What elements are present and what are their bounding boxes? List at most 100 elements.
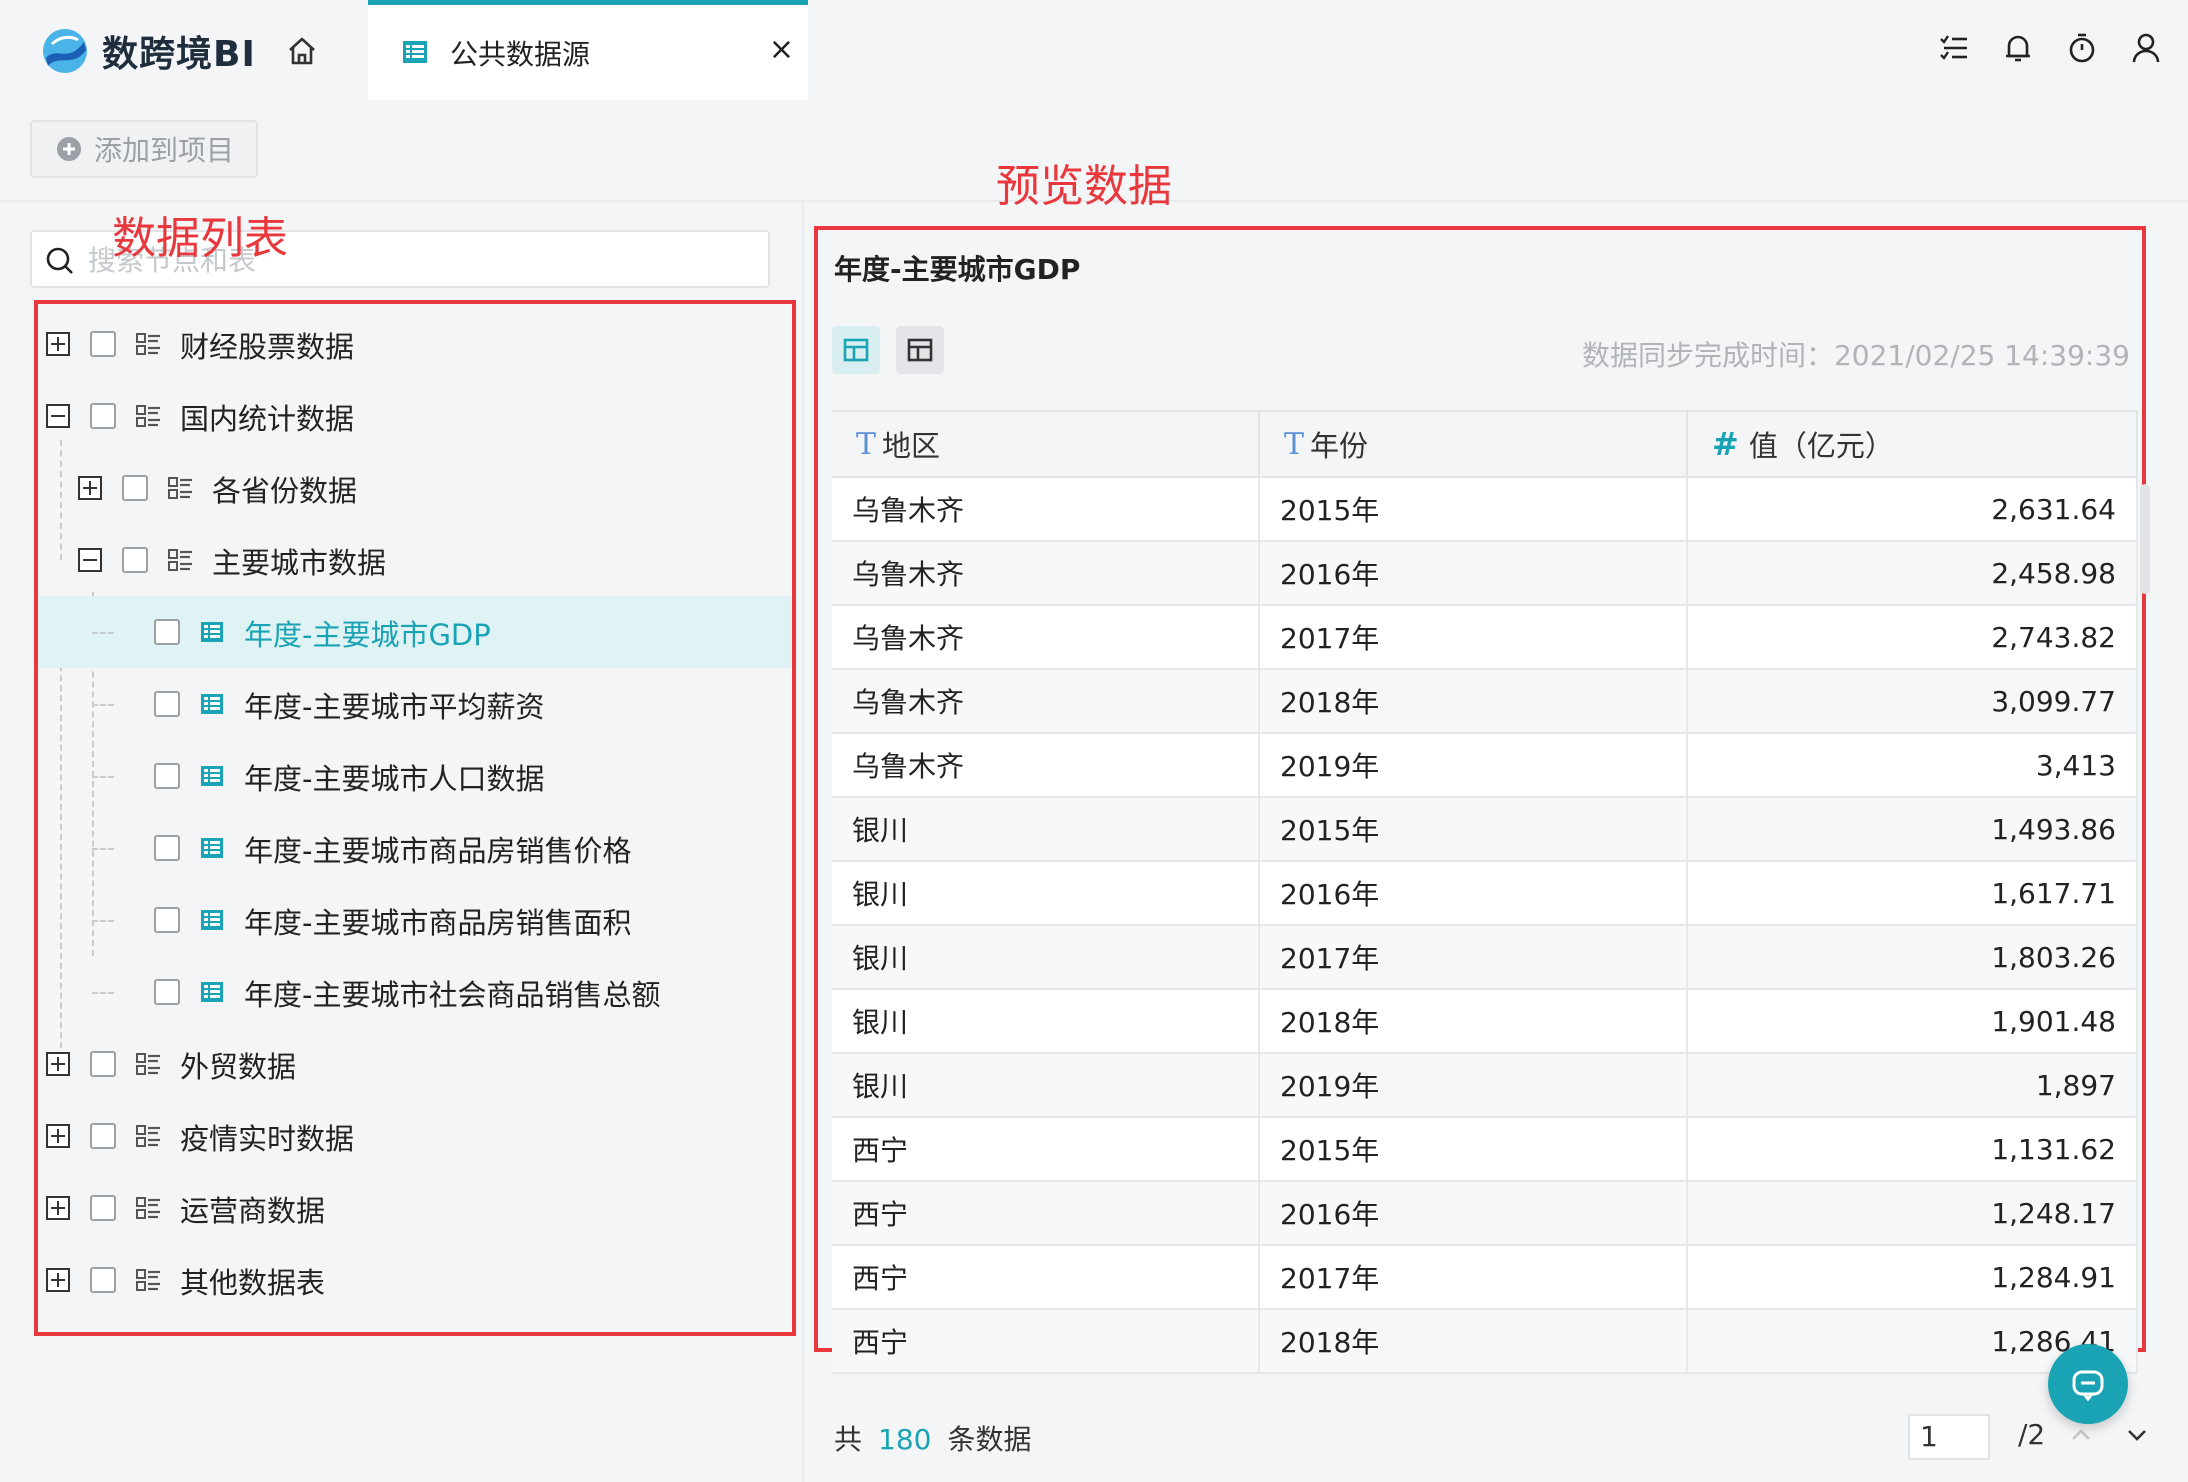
- folder-list-icon: [134, 1266, 162, 1294]
- expand-icon[interactable]: [46, 1196, 70, 1220]
- node-checkbox[interactable]: [90, 1051, 116, 1077]
- node-checkbox[interactable]: [154, 619, 180, 645]
- table-row[interactable]: 乌鲁木齐 2017年 2,743.82: [832, 606, 2138, 670]
- user-icon[interactable]: [2128, 30, 2164, 66]
- expand-icon[interactable]: [46, 332, 70, 356]
- tree-node[interactable]: 外贸数据: [38, 1028, 792, 1100]
- table-row[interactable]: 西宁 2018年 1,286.41: [832, 1310, 2138, 1374]
- preview-title: 年度-主要城市GDP: [834, 253, 1081, 286]
- collapse-icon[interactable]: [78, 548, 102, 572]
- tree-guide-line: [92, 632, 114, 634]
- table-icon: [198, 762, 226, 790]
- tree-node-label: 疫情实时数据: [180, 1122, 355, 1156]
- tree-node-label: 运营商数据: [180, 1194, 326, 1228]
- folder-list-icon: [134, 330, 162, 358]
- table-row[interactable]: 乌鲁木齐 2015年 2,631.64: [832, 478, 2138, 542]
- table-row[interactable]: 银川 2018年 1,901.48: [832, 990, 2138, 1054]
- expand-icon[interactable]: [46, 1124, 70, 1148]
- tree-node[interactable]: 年度-主要城市人口数据: [38, 740, 792, 812]
- table-row[interactable]: 西宁 2016年 1,248.17: [832, 1182, 2138, 1246]
- collapse-icon[interactable]: [46, 404, 70, 428]
- node-checkbox[interactable]: [90, 331, 116, 357]
- data-list-panel: 数据列表 财经股票数据国内统计数据各省份数据主要城市数据年度-主要城市GDP 年度…: [0, 202, 800, 1482]
- table-cell: 2017年: [1260, 1246, 1688, 1308]
- node-checkbox[interactable]: [154, 907, 180, 933]
- table-cell: 乌鲁木齐: [832, 606, 1260, 668]
- tree-node[interactable]: 年度-主要城市GDP: [38, 596, 792, 668]
- next-page-button[interactable]: [2114, 1412, 2160, 1458]
- data-tree: 财经股票数据 国内统计数据 各省份数据 主要城市数据 年度-主要城市GDP 年度-主要城市…: [34, 300, 796, 1336]
- tree-node[interactable]: 主要城市数据: [38, 524, 792, 596]
- tree-node[interactable]: 其他数据表: [38, 1244, 792, 1316]
- table-row[interactable]: 乌鲁木齐 2019年 3,413: [832, 734, 2138, 798]
- table-cell: 2016年: [1260, 862, 1688, 924]
- page-number-input[interactable]: 1: [1908, 1414, 1990, 1460]
- close-icon[interactable]: ×: [769, 33, 794, 67]
- tree-node[interactable]: 年度-主要城市社会商品销售总额: [38, 956, 792, 1028]
- table-scrollbar[interactable]: [2140, 484, 2150, 594]
- tree-node[interactable]: 运营商数据: [38, 1172, 792, 1244]
- column-header[interactable]: T 地区: [832, 412, 1260, 476]
- add-to-project-label: 添加到项目: [94, 134, 235, 167]
- chevron-down-icon: [2128, 1430, 2146, 1441]
- node-checkbox[interactable]: [90, 403, 116, 429]
- expand-icon[interactable]: [46, 1268, 70, 1292]
- table-cell: 银川: [832, 990, 1260, 1052]
- column-header-label: 年份: [1310, 429, 1369, 463]
- table-cell: 2,743.82: [1688, 606, 2138, 668]
- tree-node-label: 年度-主要城市社会商品销售总额: [244, 978, 661, 1012]
- tab-public-datasource[interactable]: 公共数据源 ×: [368, 0, 808, 100]
- node-checkbox[interactable]: [154, 835, 180, 861]
- add-to-project-button[interactable]: 添加到项目: [30, 120, 258, 178]
- task-list-icon[interactable]: [1936, 30, 1972, 66]
- table-row[interactable]: 银川 2015年 1,493.86: [832, 798, 2138, 862]
- tree-node[interactable]: 国内统计数据: [38, 380, 792, 452]
- tree-node[interactable]: 各省份数据: [38, 452, 792, 524]
- node-checkbox[interactable]: [154, 979, 180, 1005]
- table-header: T 地区 T 年份 # 值（亿元）: [832, 410, 2138, 478]
- column-header[interactable]: T 年份: [1260, 412, 1688, 476]
- count-value: 180: [878, 1423, 932, 1456]
- node-checkbox[interactable]: [90, 1123, 116, 1149]
- table-row[interactable]: 乌鲁木齐 2018年 3,099.77: [832, 670, 2138, 734]
- expand-icon[interactable]: [46, 1052, 70, 1076]
- table-row[interactable]: 西宁 2017年 1,284.91: [832, 1246, 2138, 1310]
- data-list-annotation: 数据列表: [112, 213, 288, 264]
- table-row[interactable]: 银川 2019年 1,897: [832, 1054, 2138, 1118]
- table-row[interactable]: 西宁 2015年 1,131.62: [832, 1118, 2138, 1182]
- tree-node[interactable]: 财经股票数据: [38, 308, 792, 380]
- node-checkbox[interactable]: [90, 1195, 116, 1221]
- column-header[interactable]: # 值（亿元）: [1688, 412, 2138, 476]
- timer-icon[interactable]: [2064, 30, 2100, 66]
- home-icon[interactable]: [285, 34, 319, 68]
- structure-view-button[interactable]: [896, 326, 944, 374]
- tree-node[interactable]: 年度-主要城市平均薪资: [38, 668, 792, 740]
- data-view-button[interactable]: [832, 326, 880, 374]
- node-checkbox[interactable]: [122, 547, 148, 573]
- chat-support-button[interactable]: [2048, 1344, 2128, 1424]
- column-header-label: 地区: [882, 429, 941, 463]
- app-logo[interactable]: 数跨境BI: [38, 26, 256, 76]
- node-checkbox[interactable]: [154, 763, 180, 789]
- table-view-icon: [843, 338, 869, 362]
- table-icon: [198, 978, 226, 1006]
- node-checkbox[interactable]: [90, 1267, 116, 1293]
- table-row[interactable]: 乌鲁木齐 2016年 2,458.98: [832, 542, 2138, 606]
- node-checkbox[interactable]: [154, 691, 180, 717]
- table-cell: 1,897: [1688, 1054, 2138, 1116]
- table-row[interactable]: 银川 2016年 1,617.71: [832, 862, 2138, 926]
- expand-icon[interactable]: [78, 476, 102, 500]
- number-type-icon: #: [1712, 425, 1739, 463]
- top-bar: 数跨境BI 公共数据源 ×: [0, 0, 2188, 100]
- bell-icon[interactable]: [2000, 30, 2036, 66]
- tree-node-label: 主要城市数据: [212, 546, 387, 580]
- tree-node-label: 年度-主要城市商品房销售价格: [244, 834, 632, 868]
- table-cell: 乌鲁木齐: [832, 734, 1260, 796]
- tree-node[interactable]: 年度-主要城市商品房销售价格: [38, 812, 792, 884]
- tree-node[interactable]: 疫情实时数据: [38, 1100, 792, 1172]
- node-checkbox[interactable]: [122, 475, 148, 501]
- table-row[interactable]: 银川 2017年 1,803.26: [832, 926, 2138, 990]
- table-cell: 银川: [832, 926, 1260, 988]
- tree-node[interactable]: 年度-主要城市商品房销售面积: [38, 884, 792, 956]
- folder-list-icon: [134, 1122, 162, 1150]
